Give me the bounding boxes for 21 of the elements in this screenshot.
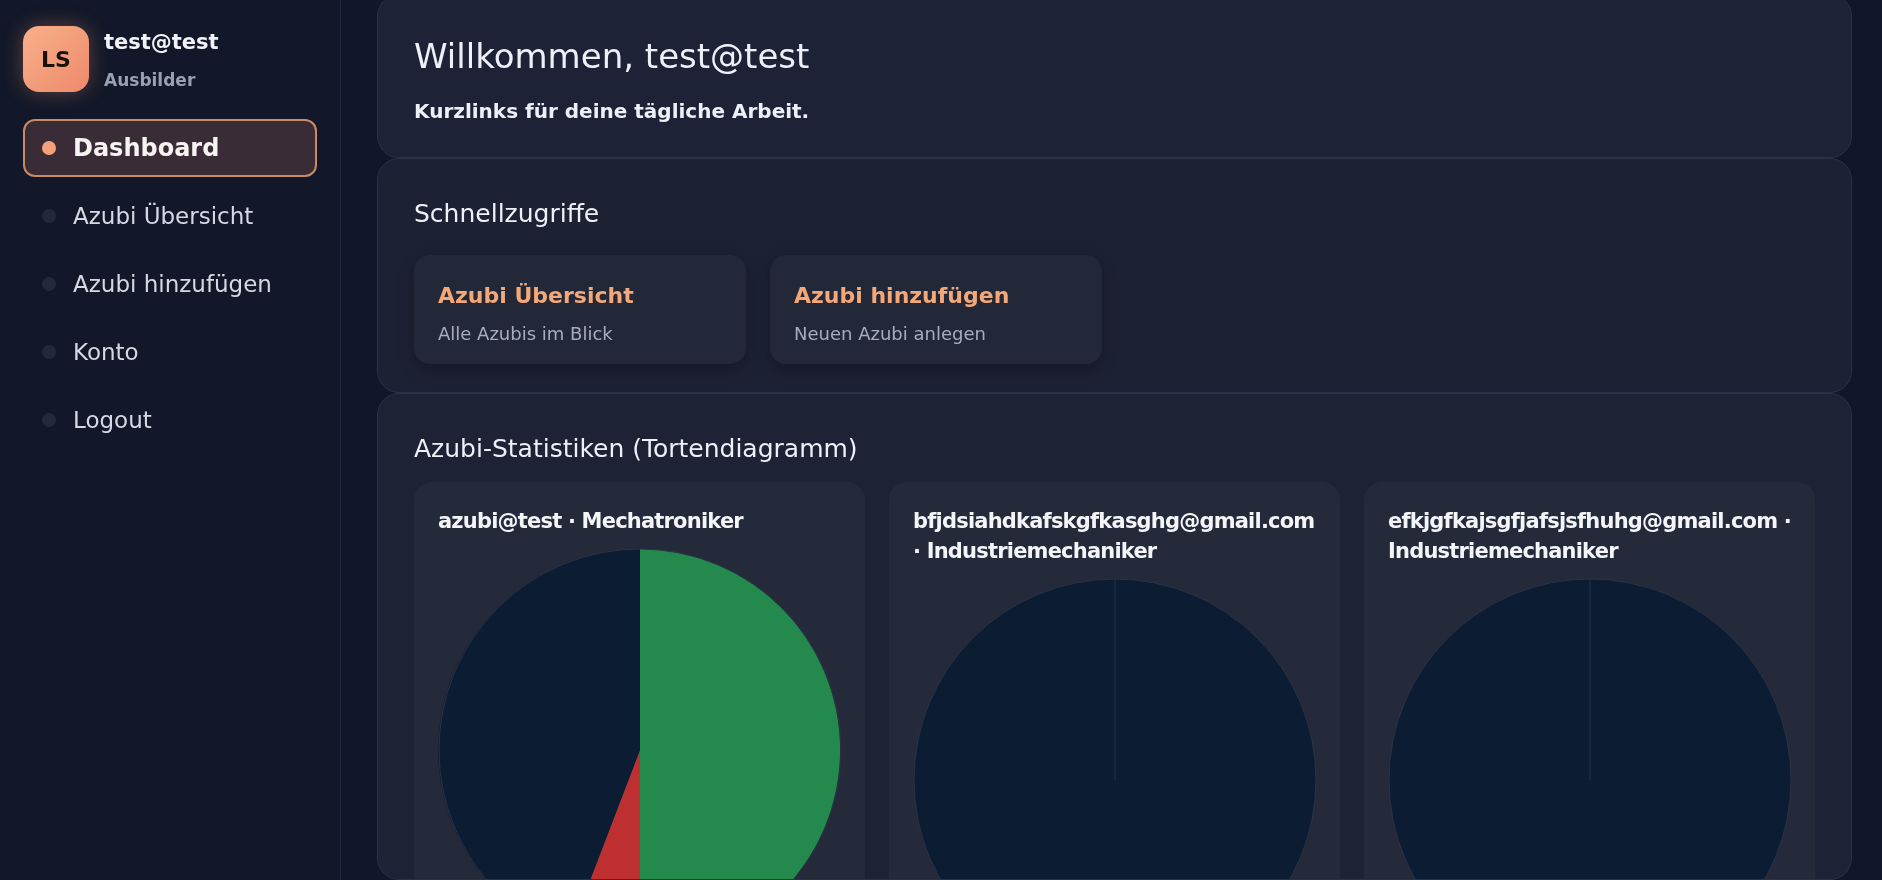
chart-title: azubi@test · Mechatroniker (438, 507, 745, 535)
nav-item[interactable]: Dashboard (23, 119, 317, 177)
quick-link-card[interactable]: Azubi Übersicht Alle Azubis im Blick (414, 254, 746, 364)
welcome-title: Willkommen, test@test (414, 35, 811, 78)
link-title: Azubi hinzufügen (794, 281, 1011, 310)
link-description: Alle Azubis im Blick (438, 321, 614, 346)
nav-item[interactable]: Konto (23, 323, 317, 381)
nav-item[interactable]: Azubi Übersicht (23, 187, 317, 245)
nav-item[interactable]: Azubi hinzufügen (23, 255, 317, 313)
chart-title: efkjgfkajsgfjafsjsfhuhg@gmail.com · Industriemechaniker (1388, 507, 1792, 565)
welcome-subtitle: Kurzlinks für deine tägliche Arbeit. (414, 98, 811, 125)
chart-title: bfjdsiahdkafskgfkasghg@gmail.com · Industriemechaniker (913, 507, 1316, 565)
nav-item[interactable]: Logout (23, 391, 317, 449)
section-title: Azubi-Statistiken (Tortendiagramm) (414, 433, 859, 465)
user-role: Ausbilder (104, 68, 197, 92)
avatar: LS (23, 26, 89, 92)
link-description: Neuen Azubi anlegen (794, 321, 987, 346)
user-name: test@test (104, 29, 219, 56)
link-title: Azubi Übersicht (438, 281, 635, 310)
section-title: Schnellzugriffe (414, 198, 601, 230)
quick-link-card[interactable]: Azubi hinzufügen Neuen Azubi anlegen (770, 254, 1102, 364)
